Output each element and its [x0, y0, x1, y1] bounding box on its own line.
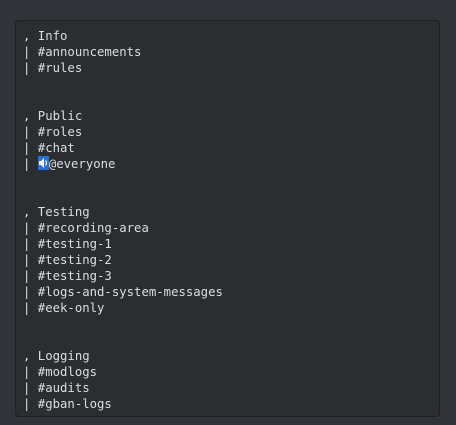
code-block: , Info | #announcements | #rules , Publi… — [15, 20, 440, 417]
channel-line-gban-logs: | #gban-logs — [23, 397, 112, 411]
category-header-testing: , Testing — [23, 205, 90, 219]
channel-line-testing-3: | #testing-3 — [23, 269, 112, 283]
channel-line-logs-and-system-messages: | #logs-and-system-messages — [23, 285, 223, 299]
category-header-info: , Info — [23, 29, 68, 43]
channel-line-modlogs: | #modlogs — [23, 365, 98, 379]
channel-line-audits: | #audits — [23, 381, 90, 395]
voice-channel-name: @everyone — [48, 157, 116, 171]
channel-line-recording-area: | #recording-area — [23, 221, 149, 235]
category-header-logging: , Logging — [23, 349, 90, 363]
channel-line-testing-2: | #testing-2 — [23, 253, 112, 267]
channel-line-testing-1: | #testing-1 — [23, 237, 112, 251]
voice-channel-line-everyone: | @everyone — [23, 156, 439, 172]
category-header-public: , Public — [23, 109, 83, 123]
channel-line-roles: | #roles — [23, 125, 83, 139]
channel-line-eek-only: | #eek-only — [23, 301, 105, 315]
channel-line-rules: | #rules — [23, 61, 83, 75]
line-prefix: | — [23, 157, 38, 171]
speaker-icon — [37, 156, 49, 170]
channel-line-announcements: | #announcements — [23, 45, 142, 59]
channel-line-chat: | #chat — [23, 141, 75, 155]
